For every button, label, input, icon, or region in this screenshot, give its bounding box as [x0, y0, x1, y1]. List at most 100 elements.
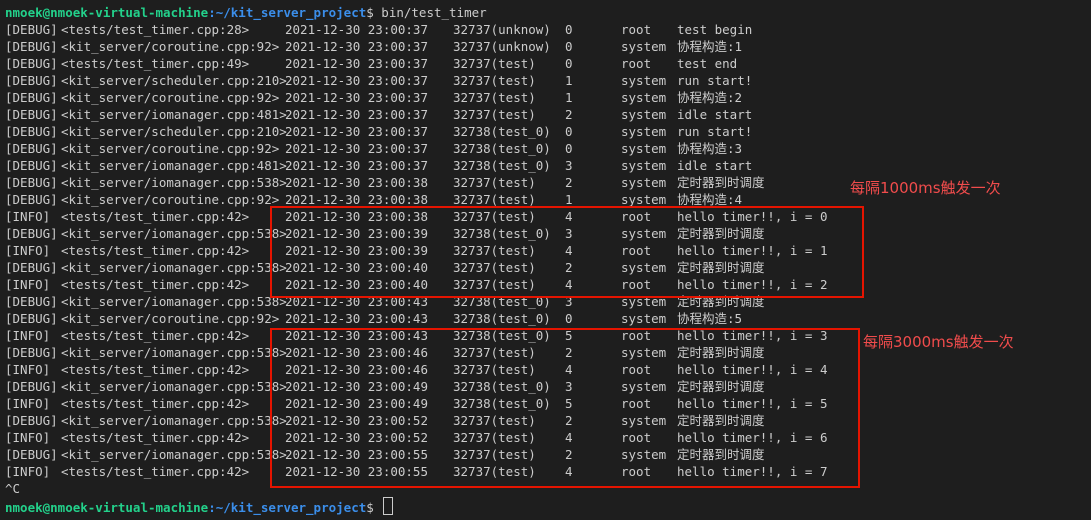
- log-level: [DEBUG]: [5, 226, 58, 241]
- terminal-window[interactable]: nmoek@nmoek-virtual-machine:~/kit_server…: [0, 0, 1091, 520]
- log-message: 定时器到时调度: [677, 175, 765, 190]
- log-source: <tests/test_timer.cpp:42>: [61, 277, 250, 292]
- log-logger-name: system: [621, 141, 667, 156]
- annotation-3000ms: 每隔3000ms触发一次: [863, 333, 1014, 351]
- log-timestamp: 2021-12-30 23:00:37: [285, 124, 428, 139]
- prompt-user-host: nmoek@nmoek-virtual-machine: [5, 5, 209, 20]
- log-source: <tests/test_timer.cpp:42>: [61, 243, 250, 258]
- log-level: [INFO]: [5, 362, 51, 377]
- log-source: <kit_server/coroutine.cpp:92>: [61, 141, 280, 156]
- log-message: 协程构造:3: [677, 141, 743, 156]
- log-fiber-id: 2: [565, 175, 573, 190]
- log-source: <kit_server/iomanager.cpp:538>: [61, 175, 287, 190]
- log-fiber-id: 1: [565, 90, 573, 105]
- log-source: <kit_server/iomanager.cpp:538>: [61, 413, 287, 428]
- log-thread: 32738(test_0): [453, 124, 551, 139]
- log-source: <tests/test_timer.cpp:42>: [61, 430, 250, 445]
- prompt-path: :~/kit_server_project: [208, 5, 367, 20]
- log-level: [INFO]: [5, 209, 51, 224]
- log-source: <kit_server/iomanager.cpp:481>: [61, 158, 287, 173]
- log-logger-name: root: [621, 56, 652, 71]
- log-level: [DEBUG]: [5, 124, 58, 139]
- log-source: <tests/test_timer.cpp:28>: [61, 22, 250, 37]
- log-level: [DEBUG]: [5, 22, 58, 37]
- log-level: [DEBUG]: [5, 39, 58, 54]
- prompt-command: $: [366, 500, 382, 515]
- log-source: <kit_server/iomanager.cpp:538>: [61, 294, 287, 309]
- log-level: [DEBUG]: [5, 107, 58, 122]
- log-timestamp: 2021-12-30 23:00:37: [285, 22, 428, 37]
- log-message: idle start: [677, 107, 753, 122]
- log-level: [DEBUG]: [5, 345, 58, 360]
- log-timestamp: 2021-12-30 23:00:37: [285, 73, 428, 88]
- log-message: 协程构造:1: [677, 39, 743, 54]
- log-source: <kit_server/coroutine.cpp:92>: [61, 311, 280, 326]
- log-level: [DEBUG]: [5, 294, 58, 309]
- log-source: <tests/test_timer.cpp:49>: [61, 56, 250, 71]
- log-level: [INFO]: [5, 277, 51, 292]
- log-level: [DEBUG]: [5, 141, 58, 156]
- log-source: <kit_server/iomanager.cpp:538>: [61, 447, 287, 462]
- log-logger-name: system: [621, 124, 667, 139]
- log-fiber-id: 3: [565, 158, 573, 173]
- log-timestamp: 2021-12-30 23:00:37: [285, 56, 428, 71]
- log-timestamp: 2021-12-30 23:00:37: [285, 90, 428, 105]
- log-thread: 32738(test_0): [453, 158, 551, 173]
- log-source: <kit_server/iomanager.cpp:481>: [61, 107, 287, 122]
- log-source: <tests/test_timer.cpp:42>: [61, 362, 250, 377]
- prompt-line-top: nmoek@nmoek-virtual-machine:~/kit_server…: [5, 4, 487, 21]
- log-source: <kit_server/coroutine.cpp:92>: [61, 39, 280, 54]
- interrupt-line: ^C: [5, 481, 21, 496]
- log-logger-name: system: [621, 175, 667, 190]
- log-timestamp: 2021-12-30 23:00:43: [285, 311, 428, 326]
- log-logger-name: system: [621, 90, 667, 105]
- annotation-1000ms: 每隔1000ms触发一次: [850, 179, 1001, 197]
- log-thread: 32738(test_0): [453, 141, 551, 156]
- log-level: [DEBUG]: [5, 260, 58, 275]
- terminal-cursor: [383, 497, 394, 515]
- log-message: test begin: [677, 22, 753, 37]
- log-thread: 32737(unknow): [453, 39, 551, 54]
- log-message: 协程构造:5: [677, 311, 743, 326]
- prompt-line-bottom[interactable]: nmoek@nmoek-virtual-machine:~/kit_server…: [5, 497, 394, 515]
- prompt-user-host: nmoek@nmoek-virtual-machine: [5, 500, 209, 515]
- prompt-path: :~/kit_server_project: [208, 500, 367, 515]
- log-source: <tests/test_timer.cpp:42>: [61, 209, 250, 224]
- log-message: test end: [677, 56, 738, 71]
- log-fiber-id: 1: [565, 73, 573, 88]
- log-source: <tests/test_timer.cpp:42>: [61, 464, 250, 479]
- log-message: run start!: [677, 73, 753, 88]
- log-fiber-id: 0: [565, 124, 573, 139]
- log-message: run start!: [677, 124, 753, 139]
- log-level: [DEBUG]: [5, 90, 58, 105]
- log-source: <kit_server/coroutine.cpp:92>: [61, 192, 280, 207]
- log-thread: 32737(test): [453, 90, 536, 105]
- log-thread: 32738(test_0): [453, 311, 551, 326]
- log-fiber-id: 0: [565, 39, 573, 54]
- log-logger-name: system: [621, 73, 667, 88]
- highlight-box-3000ms: [270, 328, 860, 488]
- log-fiber-id: 0: [565, 141, 573, 156]
- log-timestamp: 2021-12-30 23:00:38: [285, 175, 428, 190]
- log-logger-name: root: [621, 22, 652, 37]
- log-source: <kit_server/iomanager.cpp:538>: [61, 260, 287, 275]
- log-level: [INFO]: [5, 396, 51, 411]
- log-level: [DEBUG]: [5, 175, 58, 190]
- log-thread: 32737(unknow): [453, 22, 551, 37]
- log-logger-name: system: [621, 311, 667, 326]
- log-timestamp: 2021-12-30 23:00:37: [285, 141, 428, 156]
- log-level: [INFO]: [5, 243, 51, 258]
- log-level: [DEBUG]: [5, 56, 58, 71]
- log-level: [DEBUG]: [5, 311, 58, 326]
- log-timestamp: 2021-12-30 23:00:37: [285, 107, 428, 122]
- log-level: [INFO]: [5, 464, 51, 479]
- log-logger-name: system: [621, 158, 667, 173]
- log-thread: 32737(test): [453, 175, 536, 190]
- log-source: <tests/test_timer.cpp:42>: [61, 328, 250, 343]
- log-timestamp: 2021-12-30 23:00:37: [285, 39, 428, 54]
- log-source: <kit_server/scheduler.cpp:210>: [61, 73, 287, 88]
- log-fiber-id: 2: [565, 107, 573, 122]
- log-level: [DEBUG]: [5, 158, 58, 173]
- log-fiber-id: 0: [565, 56, 573, 71]
- log-message: 协程构造:2: [677, 90, 743, 105]
